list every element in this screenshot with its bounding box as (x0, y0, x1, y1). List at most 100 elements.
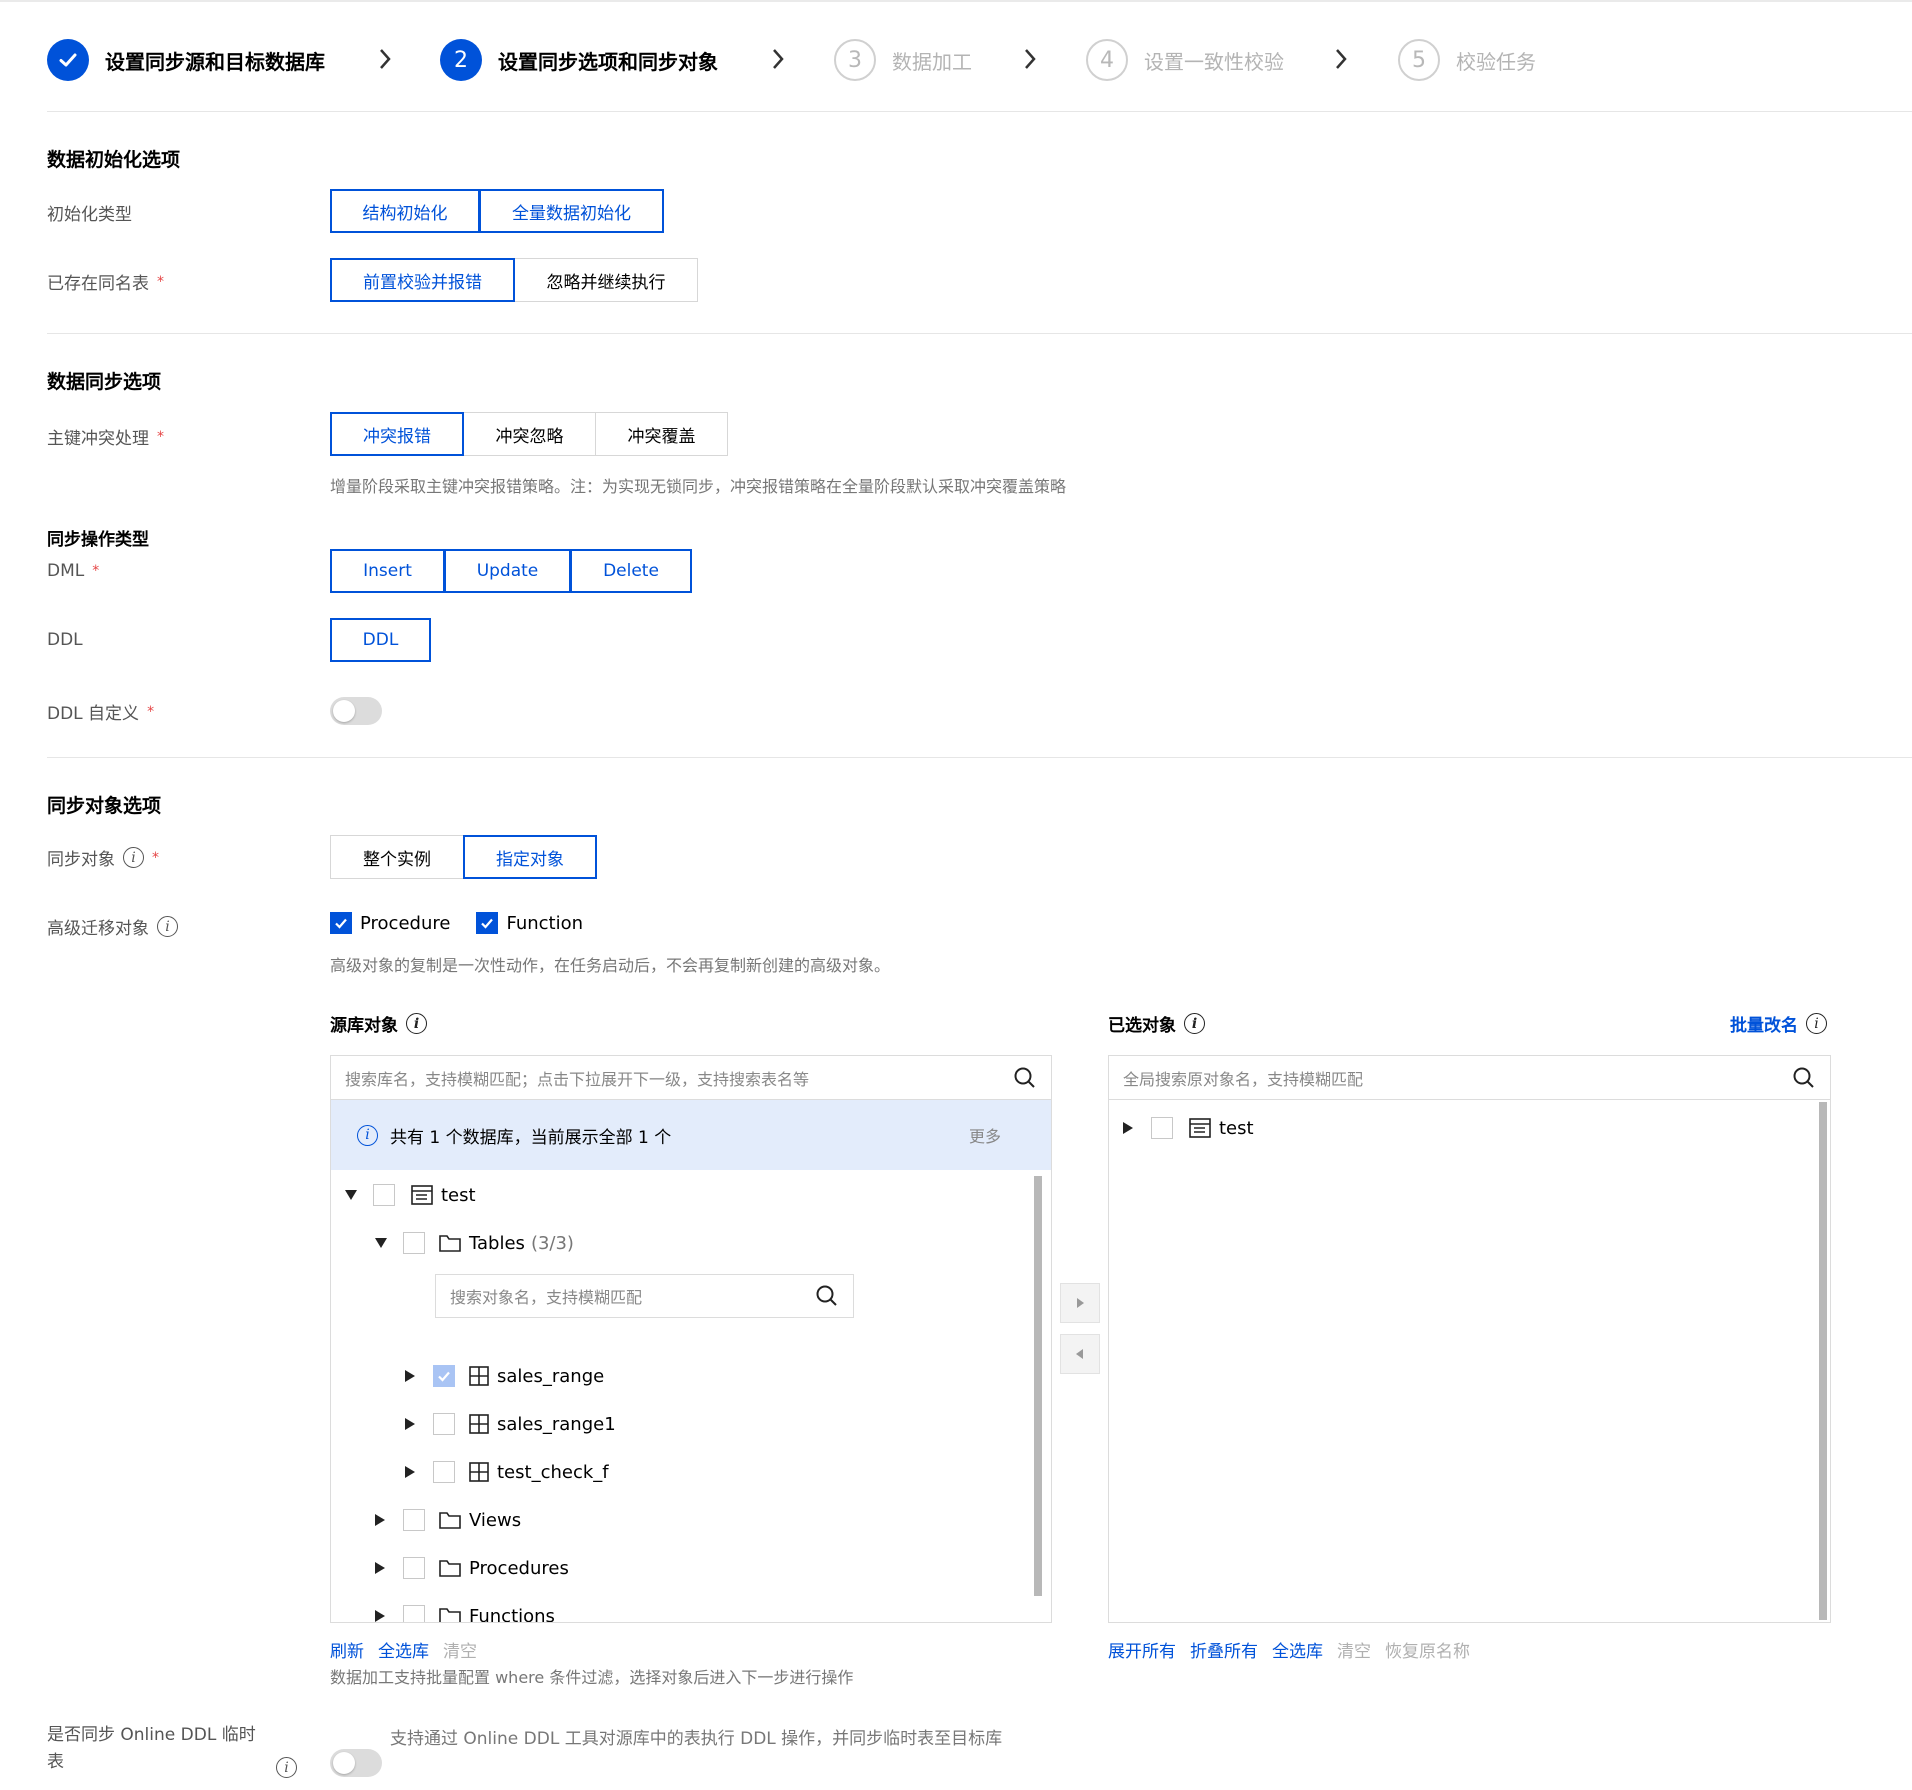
selected-db-checkbox[interactable] (1151, 1117, 1173, 1139)
tree-row-tables[interactable]: Tables (3/3) (375, 1228, 574, 1258)
ddl-button[interactable]: DDL (330, 618, 431, 662)
procedure-checkbox[interactable] (330, 912, 352, 934)
caret-right-icon[interactable] (375, 1610, 385, 1622)
ignore-continue-button[interactable]: 忽略并继续执行 (514, 258, 698, 302)
procedures-checkbox[interactable] (403, 1557, 425, 1579)
online-ddl-toggle[interactable] (330, 1749, 382, 1777)
source-select-all-link[interactable]: 全选库 (378, 1637, 429, 1662)
caret-right-icon[interactable] (405, 1466, 415, 1478)
conflict-overwrite-button[interactable]: 冲突覆盖 (595, 412, 728, 456)
table-search-box[interactable]: 搜索对象名，支持模糊匹配 (435, 1274, 854, 1318)
step-3-number: 3 (834, 39, 876, 81)
step-2[interactable]: 2 设置同步选项和同步对象 (440, 38, 718, 82)
tree-row-procedures[interactable]: Procedures (375, 1553, 569, 1583)
info-icon[interactable]: i (1184, 1013, 1205, 1034)
ddl-segment: DDL (330, 618, 431, 662)
dml-insert-button[interactable]: Insert (330, 549, 445, 593)
selected-clear-link[interactable]: 清空 (1337, 1637, 1371, 1662)
search-icon[interactable] (1792, 1066, 1816, 1090)
caret-right-icon[interactable] (1123, 1122, 1133, 1134)
functions-checkbox[interactable] (403, 1605, 425, 1622)
caret-right-icon[interactable] (405, 1418, 415, 1430)
tree-row-table[interactable]: test_check_f (405, 1457, 609, 1487)
expand-all-link[interactable]: 展开所有 (1108, 1637, 1176, 1662)
tree-row-table[interactable]: sales_range1 (405, 1409, 616, 1439)
source-search-input[interactable]: 搜索库名，支持模糊匹配；点击下拉展开下一级，支持搜索表名等 (345, 1066, 1013, 1090)
required-mark: * (152, 849, 159, 866)
selected-select-all-link[interactable]: 全选库 (1272, 1637, 1323, 1662)
whole-instance-button[interactable]: 整个实例 (330, 835, 464, 879)
table-checkbox[interactable] (433, 1461, 455, 1483)
tables-checkbox[interactable] (403, 1232, 425, 1254)
tree-row-functions[interactable]: Functions (375, 1601, 555, 1622)
selected-search-input[interactable]: 全局搜索原对象名，支持模糊匹配 (1123, 1066, 1792, 1090)
dml-label-text: DML (47, 561, 85, 581)
caret-down-icon[interactable] (375, 1238, 387, 1248)
info-icon[interactable]: i (123, 847, 144, 868)
views-checkbox[interactable] (403, 1509, 425, 1531)
conflict-label-text: 主键冲突处理 (47, 429, 149, 449)
move-right-button[interactable] (1060, 1283, 1100, 1323)
selected-scrollbar[interactable] (1819, 1102, 1827, 1620)
step-5-number: 5 (1398, 39, 1440, 81)
chevron-right-icon (773, 49, 784, 69)
specified-object-button[interactable]: 指定对象 (463, 835, 597, 879)
dml-update-button[interactable]: Update (444, 549, 571, 593)
tree-row-views[interactable]: Views (375, 1505, 521, 1535)
more-link[interactable]: 更多 (969, 1123, 1001, 1147)
restore-names-link[interactable]: 恢复原名称 (1385, 1637, 1470, 1662)
source-objects-title: 源库对象 i (330, 1011, 427, 1036)
function-label: Function (506, 912, 584, 934)
selected-tree-row-db[interactable]: test (1123, 1113, 1254, 1143)
online-ddl-label-line2: 表 (47, 1752, 64, 1772)
caret-down-icon[interactable] (345, 1190, 357, 1200)
source-tree: test Tables (3/3) 搜索对象名，支持模糊匹配 sales_ran… (331, 1172, 1031, 1622)
selected-search-box[interactable]: 全局搜索原对象名，支持模糊匹配 (1109, 1056, 1830, 1100)
refresh-link[interactable]: 刷新 (330, 1637, 364, 1662)
batch-rename[interactable]: 批量改名 i (1730, 1011, 1827, 1036)
info-icon[interactable]: i (1806, 1013, 1827, 1034)
info-icon[interactable]: i (406, 1013, 427, 1034)
step-5[interactable]: 5 校验任务 (1398, 38, 1536, 82)
search-icon[interactable] (1013, 1066, 1037, 1090)
source-clear-link[interactable]: 清空 (443, 1637, 477, 1662)
required-mark: * (157, 273, 164, 290)
procedures-label: Procedures (469, 1557, 569, 1579)
conflict-ignore-button[interactable]: 冲突忽略 (463, 412, 596, 456)
batch-rename-link[interactable]: 批量改名 (1730, 1011, 1798, 1036)
step-3[interactable]: 3 数据加工 (834, 38, 972, 82)
required-mark: * (147, 703, 155, 720)
init-type-label-text: 初始化类型 (47, 205, 132, 225)
source-objects-title-text: 源库对象 (330, 1016, 398, 1036)
dml-label: DML * (47, 561, 99, 581)
collapse-all-link[interactable]: 折叠所有 (1190, 1637, 1258, 1662)
conflict-error-button[interactable]: 冲突报错 (330, 412, 464, 456)
ddl-custom-label: DDL 自定义 * (47, 699, 155, 725)
info-icon[interactable]: i (276, 1757, 297, 1778)
ddl-custom-toggle[interactable] (330, 697, 382, 725)
tree-row-table[interactable]: sales_range (405, 1361, 604, 1391)
function-checkbox[interactable] (476, 912, 499, 934)
source-scrollbar[interactable] (1034, 1176, 1042, 1596)
table-checkbox[interactable] (433, 1365, 455, 1387)
dml-delete-button[interactable]: Delete (570, 549, 692, 593)
move-left-button[interactable] (1060, 1334, 1100, 1374)
existing-table-label: 已存在同名表 * (47, 269, 164, 295)
selected-objects-panel: 全局搜索原对象名，支持模糊匹配 test (1108, 1055, 1831, 1623)
init-type-structure-button[interactable]: 结构初始化 (330, 189, 480, 233)
caret-right-icon[interactable] (405, 1370, 415, 1382)
search-icon[interactable] (815, 1284, 839, 1308)
source-search-box[interactable]: 搜索库名，支持模糊匹配；点击下拉展开下一级，支持搜索表名等 (331, 1056, 1051, 1100)
caret-right-icon[interactable] (375, 1514, 385, 1526)
tree-row-db[interactable]: test (345, 1180, 476, 1210)
caret-right-icon[interactable] (375, 1562, 385, 1574)
precheck-error-button[interactable]: 前置校验并报错 (330, 258, 515, 302)
db-checkbox[interactable] (373, 1184, 395, 1206)
step-1[interactable]: 设置同步源和目标数据库 (47, 38, 325, 82)
step-4[interactable]: 4 设置一致性校验 (1086, 38, 1284, 82)
table-checkbox[interactable] (433, 1413, 455, 1435)
table-search-input[interactable]: 搜索对象名，支持模糊匹配 (450, 1284, 815, 1308)
info-icon[interactable]: i (157, 916, 178, 937)
init-type-full-data-button[interactable]: 全量数据初始化 (479, 189, 664, 233)
table-icon (469, 1366, 489, 1386)
